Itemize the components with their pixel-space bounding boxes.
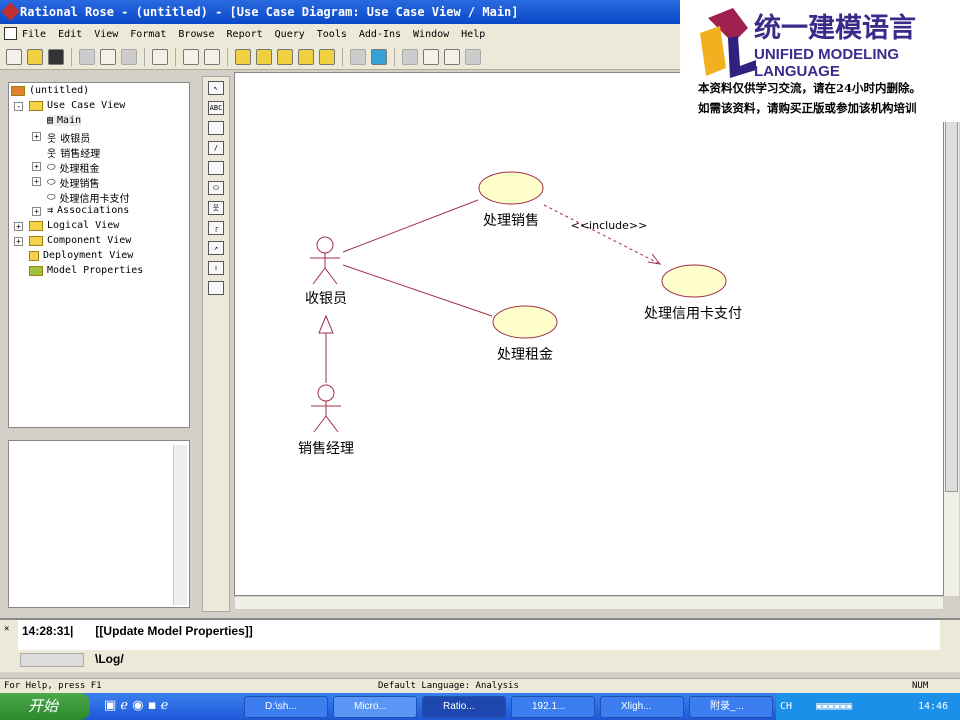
use-case-rent[interactable]	[492, 305, 558, 339]
watermark-line2: 如需该资料，请购买正版或参加该机构培训	[698, 101, 917, 115]
uml-logo	[700, 8, 756, 78]
task-xlight[interactable]: Xligh...	[600, 696, 684, 718]
actor-label-sales-manager: 销售经理	[298, 441, 354, 457]
log-message: [[Update Model Properties]]	[95, 624, 253, 638]
quick-launch-icons[interactable]: ▣ ℯ ◉ ▪ ℯ	[104, 698, 168, 713]
actor-sales-manager[interactable]	[311, 384, 341, 433]
language-indicator[interactable]: CH	[780, 693, 792, 720]
status-num: NUM	[912, 681, 929, 691]
use-case-label-sales: 处理销售	[483, 213, 539, 229]
task-powerpoint[interactable]: Micro...	[333, 696, 417, 718]
actor-cashier[interactable]	[310, 236, 340, 285]
include-arrowhead	[647, 253, 662, 265]
actor-label-cashier: 收银员	[305, 291, 347, 307]
tray-icons[interactable]: ▣▣▣▣▣▣	[816, 693, 852, 720]
log-tab-navigation[interactable]	[20, 653, 84, 667]
log-content[interactable]: 14:28:31| [[Update Model Properties]]	[18, 620, 940, 650]
association-cashier-sales[interactable]	[342, 199, 479, 253]
task-pdf[interactable]: 附录_...	[689, 696, 773, 718]
watermark-line1: 本资料仅供学习交流，请在24小时内删除。	[698, 81, 922, 95]
taskbar: 开始 ▣ ℯ ◉ ▪ ℯ D:\sh... Micro... Ratio... …	[0, 693, 960, 720]
task-remote[interactable]: 192.1...	[511, 696, 595, 718]
association-cashier-rent[interactable]	[342, 264, 493, 317]
use-case-label-rent: 处理租金	[497, 347, 553, 363]
task-rational-rose[interactable]: Ratio...	[422, 696, 506, 718]
log-close-icon[interactable]: ✕	[4, 624, 9, 634]
task-explorer[interactable]: D:\sh...	[244, 696, 328, 718]
watermark-title: 统一建模语言	[754, 13, 916, 44]
clock: 14:46	[918, 701, 949, 712]
watermark-subtitle: UNIFIED MODELING LANGUAGE	[754, 46, 899, 80]
generalization-triangle	[318, 314, 334, 334]
include-stereotype-label: <<include>>	[571, 219, 648, 232]
status-bar: For Help, press F1 Default Language: Ana…	[0, 678, 960, 693]
use-case-sales[interactable]	[478, 171, 544, 205]
log-time: 14:28:31|	[22, 624, 74, 638]
system-tray: CH ▣▣▣▣▣▣ 14:46	[776, 693, 960, 720]
use-case-credit-card[interactable]	[661, 264, 727, 298]
start-button[interactable]: 开始	[0, 693, 90, 720]
status-language: Default Language: Analysis	[378, 681, 519, 691]
watermark: 统一建模语言 UNIFIED MODELING LANGUAGE 本资料仅供学习…	[680, 0, 960, 122]
log-tab[interactable]: \Log/	[95, 652, 124, 666]
use-case-label-credit-card: 处理信用卡支付	[644, 306, 742, 322]
status-help: For Help, press F1	[4, 681, 102, 691]
include-dependency[interactable]	[543, 204, 659, 264]
